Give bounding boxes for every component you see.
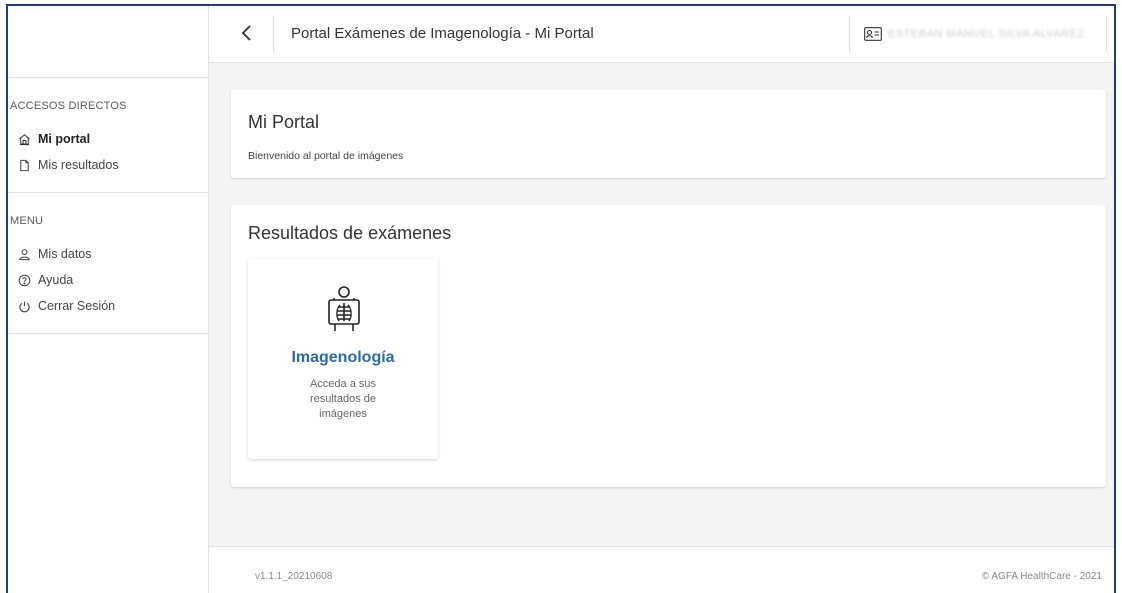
- sidebar: ACCESOS DIRECTOS Mi portal Mis resultado…: [8, 6, 209, 593]
- sidebar-item-label: Ayuda: [38, 273, 74, 287]
- page-title: Portal Exámenes de Imagenología - Mi Por…: [291, 25, 594, 42]
- main-content: Mi Portal Bienvenido al portal de imágen…: [209, 63, 1114, 593]
- section-title-menu: MENU: [10, 215, 44, 227]
- tile-description-line: imágenes: [319, 408, 367, 420]
- sidebar-item-label: Cerrar Sesión: [38, 299, 116, 313]
- tile-description-line: Acceda a sus: [309, 378, 377, 390]
- footer: v1.1.1_20210608 © AGFA HealthCare - 2021: [209, 546, 1114, 593]
- results-card: Resultados de exámenes Imagenología Acce…: [231, 205, 1106, 487]
- sidebar-item-label: Mis datos: [38, 247, 92, 261]
- portal-card: Mi Portal Bienvenido al portal de imágen…: [231, 90, 1106, 178]
- sidebar-item-ayuda[interactable]: Ayuda: [8, 267, 208, 293]
- sidebar-item-label: Mi portal: [38, 132, 91, 146]
- xray-icon: [324, 283, 364, 339]
- user-icon: [18, 248, 31, 261]
- copyright-label: © AGFA HealthCare - 2021: [981, 571, 1102, 582]
- help-icon: [18, 274, 31, 287]
- header-divider: [273, 16, 274, 52]
- imagenologia-tile[interactable]: Imagenología Acceda a sus resultados de …: [248, 259, 438, 459]
- version-label: v1.1.1_20210608: [255, 571, 333, 582]
- sidebar-item-label: Mis resultados: [38, 158, 119, 172]
- document-icon: [18, 159, 31, 172]
- sidebar-logo-area: [8, 6, 208, 78]
- app-window: ACCESOS DIRECTOS Mi portal Mis resultado…: [6, 4, 1116, 593]
- sidebar-section-shortcuts: ACCESOS DIRECTOS Mi portal Mis resultado…: [8, 78, 208, 193]
- power-icon: [18, 300, 31, 313]
- tile-description-line: resultados de: [309, 393, 377, 405]
- top-header: Portal Exámenes de Imagenología - Mi Por…: [209, 6, 1114, 63]
- sidebar-section-menu: MENU Mis datos Ayuda Cerrar Sesión: [8, 193, 208, 334]
- id-card-icon: [864, 27, 882, 41]
- portal-subtitle: Bienvenido al portal de imágenes: [248, 150, 404, 162]
- section-title-shortcuts: ACCESOS DIRECTOS: [10, 100, 127, 112]
- results-title: Resultados de exámenes: [248, 223, 452, 243]
- user-name: ESTEBAN MANUEL SILVA ALVAREZ: [888, 28, 1085, 40]
- sidebar-item-mis-resultados[interactable]: Mis resultados: [8, 152, 208, 178]
- tile-title: Imagenología: [291, 349, 395, 366]
- sidebar-item-mi-portal[interactable]: Mi portal: [8, 126, 208, 152]
- chevron-left-icon: [241, 25, 251, 41]
- portal-title: Mi Portal: [248, 112, 320, 132]
- home-icon: [18, 133, 31, 146]
- tile-description: Acceda a sus resultados de imágenes: [288, 377, 398, 422]
- sidebar-item-mis-datos[interactable]: Mis datos: [8, 241, 208, 267]
- back-button[interactable]: [231, 18, 261, 48]
- sidebar-item-cerrar-sesion[interactable]: Cerrar Sesión: [8, 293, 208, 319]
- user-info[interactable]: ESTEBAN MANUEL SILVA ALVAREZ: [849, 16, 1107, 52]
